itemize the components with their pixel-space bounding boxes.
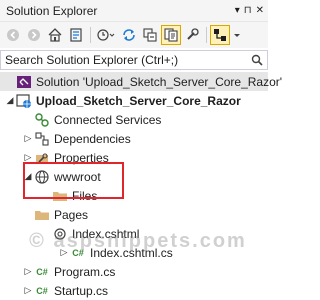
csharp-file-icon: C#: [36, 266, 48, 277]
clock-icon: [97, 29, 115, 41]
tree-item-index-cshtml-cs[interactable]: ▷ C# Index.cshtml.cs: [0, 243, 268, 262]
program-cs-label: Program.cs: [54, 264, 116, 279]
search-input[interactable]: Search Solution Explorer (Ctrl+;): [5, 53, 247, 67]
tree-item-solution[interactable]: Solution 'Upload_Sketch_Server_Core_Razo…: [0, 72, 282, 91]
tree-item-startup-cs[interactable]: ▷ C# Startup.cs: [0, 281, 268, 300]
collapsed-arrow-icon[interactable]: ▷: [58, 247, 70, 258]
show-all-files-icon: [164, 28, 178, 42]
window-title: Solution Explorer: [6, 3, 98, 18]
forward-arrow-icon: [28, 29, 40, 41]
tree-item-index-cshtml[interactable]: Index.cshtml: [0, 224, 268, 243]
search-icon[interactable]: [247, 54, 267, 66]
highlight-box: [23, 162, 124, 199]
switch-views-icon: [70, 28, 82, 42]
tree-item-connected-services[interactable]: Connected Services: [0, 110, 268, 129]
close-icon[interactable]: ✕: [256, 5, 264, 16]
csharp-file-icon: C#: [36, 285, 48, 296]
folder-icon: [34, 207, 50, 223]
razor-file-icon: [52, 226, 68, 242]
dependencies-label: Dependencies: [54, 131, 131, 146]
collapsed-arrow-icon[interactable]: ▷: [22, 133, 34, 144]
chevron-down-icon: [234, 34, 240, 37]
solution-label: Solution 'Upload_Sketch_Server_Core_Razo…: [36, 74, 283, 89]
sync-button[interactable]: [119, 25, 139, 45]
web-project-icon: [16, 93, 32, 109]
preview-icon: [214, 29, 226, 41]
expanded-arrow-icon[interactable]: ◢: [4, 95, 16, 106]
tree-item-program-cs[interactable]: ▷ C# Program.cs: [0, 262, 268, 281]
sync-icon: [123, 29, 135, 41]
tree-item-project[interactable]: ◢ Upload_Sketch_Server_Core_Razor: [0, 91, 268, 110]
project-label: Upload_Sketch_Server_Core_Razor: [36, 93, 241, 108]
show-all-files-button[interactable]: [161, 25, 181, 45]
toolbar-separator: [90, 27, 91, 43]
tree-item-pages[interactable]: Pages: [0, 205, 268, 224]
startup-cs-label: Startup.cs: [54, 283, 109, 298]
window-controls: ▾ ⊓ ✕: [235, 5, 264, 16]
csharp-file-icon: C#: [72, 247, 84, 258]
pages-label: Pages: [54, 207, 89, 222]
collapse-all-icon: [143, 28, 157, 42]
pending-changes-button[interactable]: [94, 25, 118, 45]
toolbar: [0, 22, 268, 48]
title-bar: Solution Explorer ▾ ⊓ ✕: [0, 0, 268, 22]
search-box[interactable]: Search Solution Explorer (Ctrl+;): [0, 50, 268, 70]
forward-button[interactable]: [24, 25, 44, 45]
toolbar-overflow-button[interactable]: [231, 25, 243, 45]
home-icon: [48, 28, 62, 42]
solution-icon: [16, 74, 32, 90]
collapsed-arrow-icon[interactable]: ▷: [22, 266, 34, 277]
home-button[interactable]: [45, 25, 65, 45]
switch-views-button[interactable]: [66, 25, 86, 45]
properties-button[interactable]: [182, 25, 202, 45]
collapse-all-button[interactable]: [140, 25, 160, 45]
connected-services-icon: [34, 112, 50, 128]
pin-icon[interactable]: ⊓: [244, 5, 252, 16]
preview-selected-items-button[interactable]: [210, 25, 230, 45]
wrench-icon: [187, 28, 199, 40]
back-button[interactable]: [3, 25, 23, 45]
index-cshtml-label: Index.cshtml: [72, 226, 140, 241]
toolbar-separator: [206, 27, 207, 43]
tree-item-dependencies[interactable]: ▷ Dependencies: [0, 129, 268, 148]
back-arrow-icon: [7, 29, 19, 41]
connected-services-label: Connected Services: [54, 112, 162, 127]
dropdown-icon[interactable]: ▾: [235, 5, 240, 16]
index-cshtml-cs-label: Index.cshtml.cs: [90, 245, 173, 260]
collapsed-arrow-icon[interactable]: ▷: [22, 285, 34, 296]
dependencies-icon: [34, 131, 50, 147]
